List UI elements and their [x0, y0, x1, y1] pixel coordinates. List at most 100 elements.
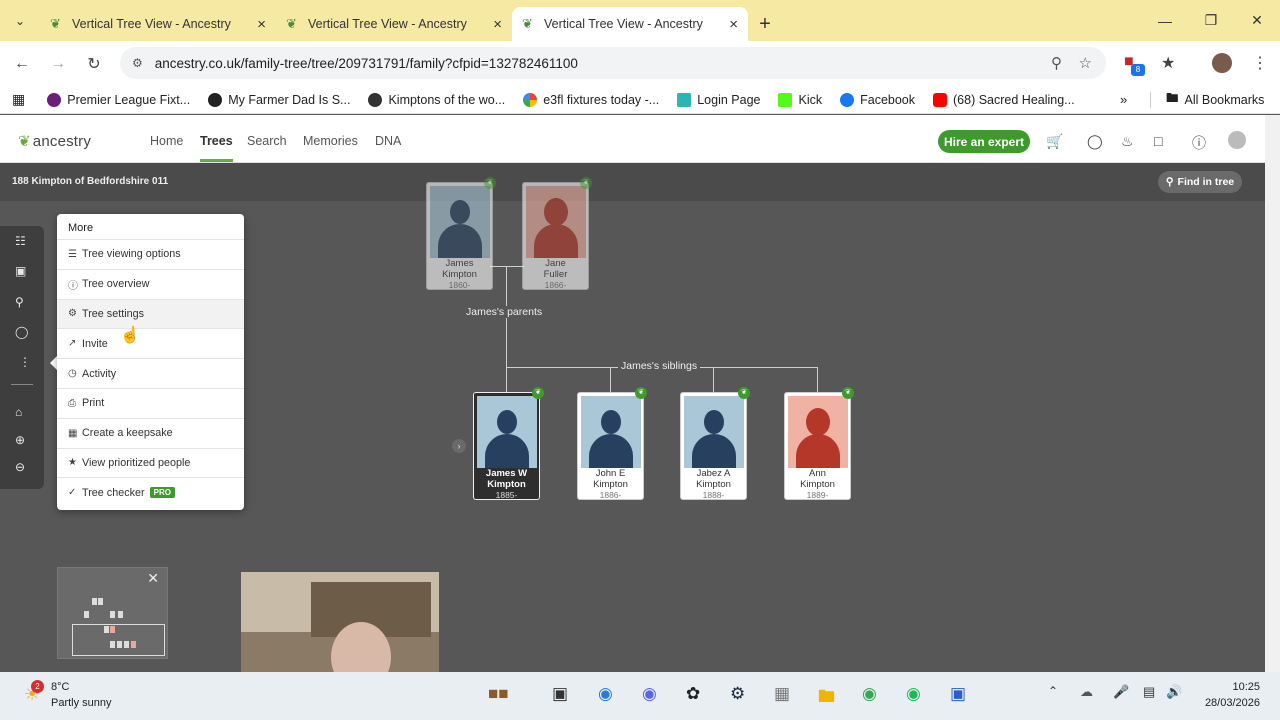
nav-home[interactable]: Home: [150, 134, 183, 148]
close-tab-icon[interactable]: ×: [257, 16, 266, 33]
bookmark-kick[interactable]: Kick: [778, 92, 822, 107]
messages-icon[interactable]: □: [1154, 133, 1162, 149]
tree-name[interactable]: 188 Kimpton of Bedfordshire 011: [12, 176, 168, 187]
search-tree-icon[interactable]: ⚲: [15, 295, 24, 309]
user-avatar[interactable]: [1228, 131, 1246, 149]
person-card-father[interactable]: James Kimpton 1860-: [426, 182, 493, 290]
bookmark-sacred-healing[interactable]: (68) Sacred Healing...: [933, 92, 1075, 107]
nav-memories[interactable]: Memories: [303, 134, 358, 148]
browser-tab-3-active[interactable]: ❦ Vertical Tree View - Ancestry ×: [512, 7, 748, 41]
chrome-icon[interactable]: ◉: [862, 684, 877, 704]
app-blue-icon[interactable]: ▣: [950, 684, 966, 704]
puzzle-icon[interactable]: ★: [1161, 53, 1175, 73]
microphone-icon[interactable]: 🎤: [1113, 684, 1129, 700]
site-info-icon[interactable]: ⚙: [132, 56, 143, 70]
nav-dna[interactable]: DNA: [375, 134, 401, 148]
minimap-viewport[interactable]: [72, 624, 165, 656]
cart-icon[interactable]: 🛒: [1046, 133, 1063, 150]
back-icon[interactable]: ←: [4, 55, 40, 73]
hint-leaf-icon[interactable]: ❦: [738, 387, 750, 399]
bookmark-my-farmer-dad[interactable]: My Farmer Dad Is S...: [208, 92, 350, 107]
kebab-menu-icon[interactable]: ⋮: [1252, 53, 1268, 73]
tray-overflow-icon[interactable]: ⌃: [1048, 684, 1058, 698]
profile-avatar[interactable]: [1212, 53, 1232, 73]
bookmark-star-icon[interactable]: ☆: [1079, 54, 1092, 72]
forward-icon[interactable]: →: [40, 55, 76, 73]
bookmark-facebook[interactable]: Facebook: [840, 92, 915, 107]
apps-grid-icon[interactable]: ▦: [12, 91, 25, 108]
person-card-mother[interactable]: Jane Fuller 1866-: [522, 182, 589, 290]
zoom-out-icon[interactable]: ⊖: [15, 460, 25, 474]
home-icon[interactable]: ⌂: [15, 405, 22, 419]
help-icon[interactable]: ⓘ: [1192, 133, 1206, 153]
menu-item-tree-settings[interactable]: ⚙ Tree settings: [57, 298, 244, 329]
bookmark-premier-league[interactable]: Premier League Fixt...: [47, 92, 190, 107]
zoom-in-icon[interactable]: ⊕: [15, 433, 25, 447]
volume-icon[interactable]: 🔊: [1166, 684, 1182, 700]
menu-item-create-keepsake[interactable]: ▦ Create a keepsake: [57, 417, 244, 448]
zoom-icon[interactable]: ⚲: [1051, 54, 1062, 72]
menu-item-print[interactable]: ⎙ Print: [57, 387, 244, 418]
nav-trees[interactable]: Trees: [200, 134, 233, 162]
bookmark-login-page[interactable]: Login Page: [677, 92, 760, 107]
tree-minimap[interactable]: ✕: [57, 567, 168, 659]
spotify-icon[interactable]: ◉: [906, 684, 921, 704]
hints-icon[interactable]: ◯: [15, 325, 28, 339]
edge-icon[interactable]: ◉: [598, 684, 613, 704]
person-card-sibling[interactable]: Ann Kimpton 1889-: [784, 392, 851, 500]
browser-tab-2[interactable]: ❦ Vertical Tree View - Ancestry ×: [276, 7, 512, 41]
all-bookmarks-button[interactable]: 🖿 All Bookmarks: [1166, 89, 1264, 110]
hints-icon[interactable]: ◯: [1087, 133, 1103, 150]
taskview-icon[interactable]: ▣: [552, 684, 568, 704]
menu-item-tree-overview[interactable]: ⓘ Tree overview: [57, 268, 244, 299]
nav-search[interactable]: Search: [247, 134, 287, 148]
tab-search-icon[interactable]: ⌄: [0, 0, 40, 41]
more-bookmarks-icon[interactable]: »: [1120, 92, 1127, 107]
close-tab-icon[interactable]: ×: [729, 16, 738, 33]
clock-date[interactable]: 28/03/2026: [1196, 697, 1260, 709]
bookmark-e3fl[interactable]: e3fl fixtures today -...: [523, 92, 659, 107]
media-icon[interactable]: ▣: [15, 264, 26, 278]
chevron-right-icon[interactable]: ›: [452, 439, 466, 453]
chatgpt-icon[interactable]: ✿: [686, 684, 700, 704]
widget-image-icon[interactable]: ■■: [488, 684, 509, 704]
close-minimap-icon[interactable]: ✕: [147, 570, 159, 587]
hint-leaf-icon[interactable]: ❦: [580, 177, 592, 189]
new-tab-button[interactable]: +: [748, 7, 782, 41]
page-scrollbar[interactable]: [1265, 115, 1280, 672]
more-vertical-icon[interactable]: ⋮: [19, 355, 31, 369]
browser-tab-1[interactable]: ❦ Vertical Tree View - Ancestry ×: [40, 7, 276, 41]
reload-icon[interactable]: ↻: [76, 54, 112, 74]
discord-icon[interactable]: ◉: [642, 684, 657, 704]
menu-item-activity[interactable]: ◷ Activity: [57, 358, 244, 388]
hint-leaf-icon[interactable]: ❦: [484, 177, 496, 189]
hint-leaf-icon[interactable]: ❦: [532, 387, 544, 399]
network-icon[interactable]: ▤: [1143, 684, 1155, 700]
hint-leaf-icon[interactable]: ❦: [635, 387, 647, 399]
bell-icon[interactable]: ♨: [1121, 133, 1134, 150]
person-card-focus[interactable]: James W Kimpton 1885-: [473, 392, 540, 500]
bookmark-kimptons[interactable]: Kimptons of the wo...: [368, 92, 505, 107]
close-window-button[interactable]: ✕: [1234, 0, 1280, 41]
menu-item-invite[interactable]: ↗ Invite: [57, 328, 244, 358]
restore-button[interactable]: ❐: [1188, 0, 1234, 41]
menu-item-view-prioritized-people[interactable]: ★ View prioritized people: [57, 447, 244, 478]
menu-item-tree-checker[interactable]: ✓ Tree checker PRO: [57, 477, 244, 507]
close-tab-icon[interactable]: ×: [493, 16, 502, 33]
hire-expert-button[interactable]: Hire an expert: [938, 130, 1030, 153]
file-explorer-icon[interactable]: 🖿: [818, 684, 835, 713]
minimize-button[interactable]: —: [1142, 0, 1188, 41]
ancestry-logo[interactable]: ❦ ancestry: [18, 132, 91, 150]
weather-desc[interactable]: Partly sunny: [51, 697, 112, 709]
url-bar[interactable]: ⚙ ancestry.co.uk/family-tree/tree/209731…: [120, 47, 1106, 79]
app-icon[interactable]: ▦: [774, 684, 790, 704]
find-in-tree-button[interactable]: ⚲ Find in tree: [1158, 171, 1242, 193]
person-card-sibling[interactable]: Jabez A Kimpton 1888-: [680, 392, 747, 500]
tree-view-icon[interactable]: ☷: [15, 234, 26, 248]
menu-item-tree-viewing-options[interactable]: ☰ Tree viewing options: [57, 239, 244, 269]
person-card-sibling[interactable]: John E Kimpton 1886-: [577, 392, 644, 500]
steam-icon[interactable]: ⚙: [730, 684, 745, 704]
clock-time[interactable]: 10:25: [1200, 681, 1260, 693]
hint-leaf-icon[interactable]: ❦: [842, 387, 854, 399]
onedrive-icon[interactable]: ☁: [1080, 684, 1093, 700]
